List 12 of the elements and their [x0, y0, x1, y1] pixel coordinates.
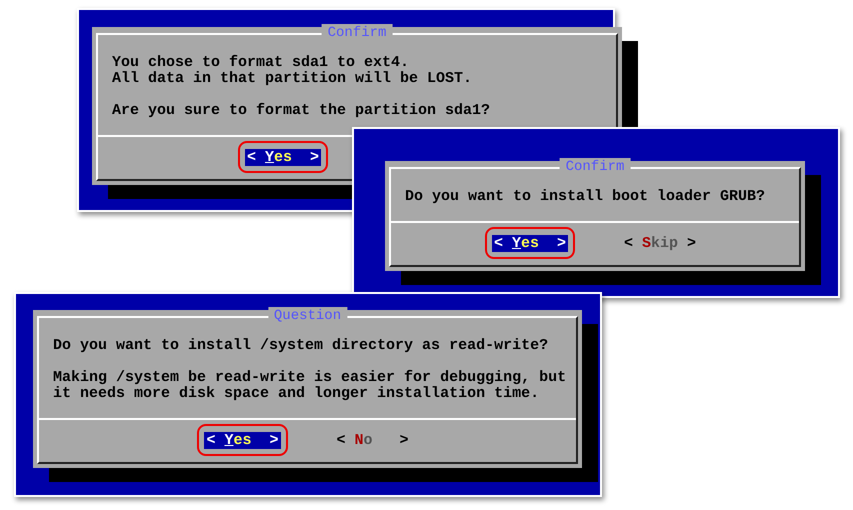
message-text: Are you sure to format the partition sda1?: [112, 103, 492, 119]
message-text: Do you want to install boot loader GRUB?: [405, 189, 766, 205]
dialog-button[interactable]: < Skip >: [622, 235, 698, 252]
dialog-title: Question: [268, 307, 348, 325]
dialog-button[interactable]: < Yes >: [245, 149, 322, 166]
dialog-button[interactable]: < No >: [334, 432, 411, 449]
dialog-button[interactable]: < Yes >: [492, 235, 568, 252]
dialog-button[interactable]: < Yes >: [204, 432, 280, 449]
message-text: All data in that partition will be LOST.: [112, 71, 474, 87]
message-text: it needs more disk space and longer installation time.: [53, 386, 540, 402]
message-text: You chose to format sda1 to ext4.: [112, 55, 410, 71]
message-text: Do you want to install /system directory as read-write?: [53, 338, 550, 354]
